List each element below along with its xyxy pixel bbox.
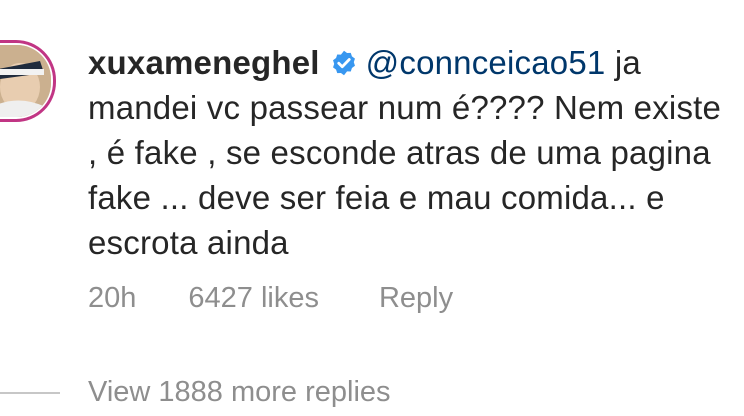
replies-divider [0, 392, 60, 395]
timestamp[interactable]: 20h [88, 282, 136, 314]
username-link[interactable]: xuxameneghel [88, 44, 320, 81]
comment-meta: 20h 6427 likes Reply [88, 282, 505, 315]
comment-body: xuxameneghel @connceicao51 ja mandei vc p… [88, 40, 738, 265]
view-replies-button[interactable]: View 1888 more replies [0, 376, 391, 409]
view-replies-label: View 1888 more replies [88, 376, 391, 408]
mention-link[interactable]: @connceicao51 [366, 44, 606, 81]
likes-count[interactable]: 6427 likes [188, 282, 319, 314]
reply-button[interactable]: Reply [379, 282, 453, 314]
verified-badge-icon [332, 50, 355, 76]
comment-text-start: ja [614, 44, 641, 81]
comment-text: mandei vc passear num é???? Nem existe ,… [88, 89, 722, 261]
